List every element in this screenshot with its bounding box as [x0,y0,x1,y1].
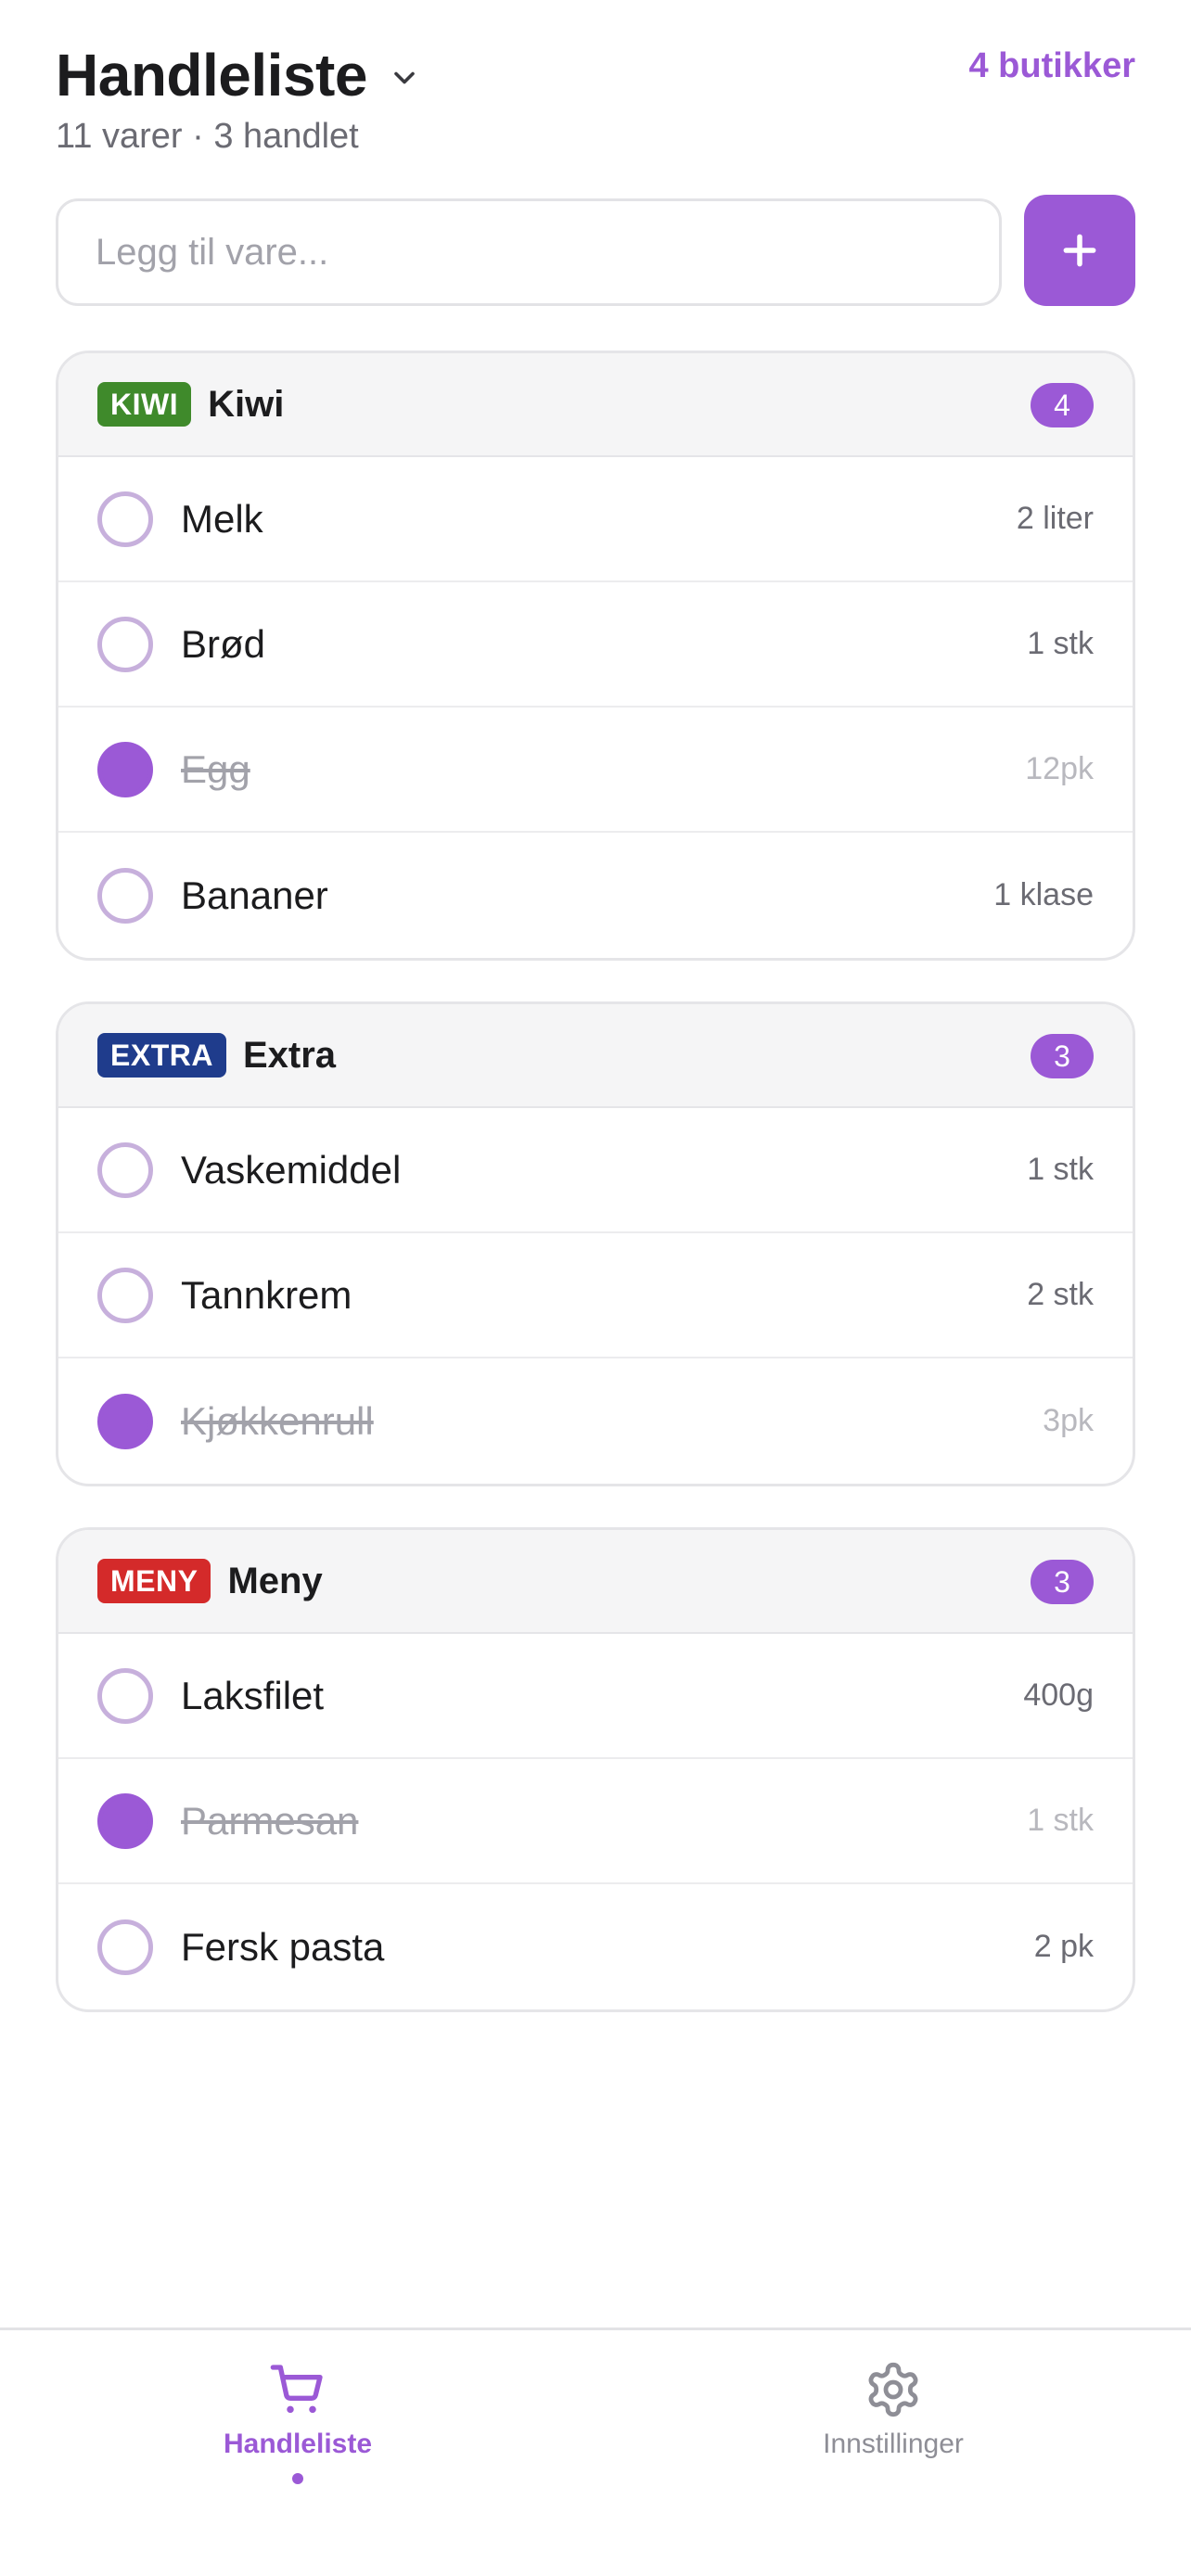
item-quantity: 1 klase [993,877,1094,912]
list-item[interactable]: Kjøkkenrull 3pk [58,1358,1133,1484]
item-quantity: 2 liter [1016,501,1094,536]
list-item[interactable]: Fersk pasta 2 pk [58,1884,1133,2009]
item-name: Laksfilet [181,1673,325,1717]
item-quantity: 2 pk [1033,1929,1094,1964]
add-item-row [56,195,1135,306]
store-header[interactable]: KIWI Kiwi 4 [58,353,1133,457]
checkbox-checked[interactable] [97,1393,153,1449]
checkbox[interactable] [97,491,153,547]
store-card-extra: EXTRA Extra 3 Vaskemiddel 1 stk Tannkrem… [56,1001,1135,1486]
checkbox[interactable] [97,1667,153,1724]
bottom-tab-bar: Handleliste Innstillinger [0,2327,1191,2576]
store-card-kiwi: KIWI Kiwi 4 Melk 2 liter Brød 1 stk Egg … [56,351,1135,961]
list-item[interactable]: Parmesan 1 stk [58,1759,1133,1884]
cart-icon [270,2365,323,2414]
checkbox[interactable] [97,867,153,924]
item-name: Vaskemiddel [181,1147,402,1192]
list-item[interactable]: Egg 12pk [58,708,1133,833]
item-name: Tannkrem [181,1272,352,1317]
list-item[interactable]: Bananer 1 klase [58,833,1133,958]
item-count-badge: 3 [1031,1034,1094,1078]
item-quantity: 1 stk [1027,626,1094,661]
item-name: Parmesan [181,1798,359,1843]
checkbox-checked[interactable] [97,1792,153,1849]
item-quantity: 2 stk [1027,1277,1094,1312]
page-title: Handleliste [56,42,367,108]
store-badge: KIWI [97,382,192,427]
item-quantity: 400g [1023,1677,1094,1713]
store-header[interactable]: EXTRA Extra 3 [58,1004,1133,1108]
list-summary: 11 varer · 3 handlet [56,117,359,156]
gear-icon [868,2362,918,2417]
item-name: Melk [181,496,263,541]
store-card-meny: MENY Meny 3 Laksfilet 400g Parmesan 1 st… [56,1527,1135,2012]
store-badge: EXTRA [97,1033,226,1078]
item-name: Kjøkkenrull [181,1398,374,1443]
store-name: Meny [227,1560,323,1601]
item-count-badge: 4 [1031,383,1094,427]
plus-icon [1063,234,1096,267]
item-name: Brød [181,621,266,666]
tab-label: Handleliste [223,2429,373,2459]
checkbox[interactable] [97,1141,153,1198]
store-badge: MENY [97,1559,211,1603]
store-header[interactable]: MENY Meny 3 [58,1530,1133,1634]
add-item-button[interactable] [1024,195,1135,306]
shopping-list-screen: Handleliste 11 varer · 3 handlet 4 butik… [0,0,1191,2576]
tab-label: Innstillinger [823,2429,964,2459]
store-name: Kiwi [208,383,285,425]
store-name: Extra [242,1034,337,1076]
tab-handleliste[interactable]: Handleliste [112,2360,483,2484]
item-name: Egg [181,746,250,791]
list-item[interactable]: Tannkrem 2 stk [58,1233,1133,1358]
list-item[interactable]: Vaskemiddel 1 stk [58,1108,1133,1233]
checkbox-checked[interactable] [97,741,153,797]
list-item[interactable]: Brød 1 stk [58,582,1133,708]
checkbox[interactable] [97,1267,153,1323]
item-name: Bananer [181,873,328,917]
chevron-down-icon[interactable] [388,61,421,95]
list-item[interactable]: Melk 2 liter [58,457,1133,582]
item-count-badge: 3 [1031,1560,1094,1604]
item-quantity: 1 stk [1027,1803,1094,1838]
checkbox[interactable] [97,1919,153,1975]
item-quantity: 1 stk [1027,1152,1094,1187]
checkbox[interactable] [97,616,153,672]
add-item-input[interactable] [56,198,1002,306]
item-quantity: 12pk [1025,751,1094,786]
tab-innstillinger[interactable]: Innstillinger [708,2360,1079,2460]
active-indicator [292,2473,303,2484]
stores-link[interactable]: 4 butikker [968,46,1135,86]
header: Handleliste 11 varer · 3 handlet 4 butik… [56,41,1135,171]
list-item[interactable]: Laksfilet 400g [58,1634,1133,1759]
item-quantity: 3pk [1043,1403,1094,1438]
item-name: Fersk pasta [181,1924,385,1969]
